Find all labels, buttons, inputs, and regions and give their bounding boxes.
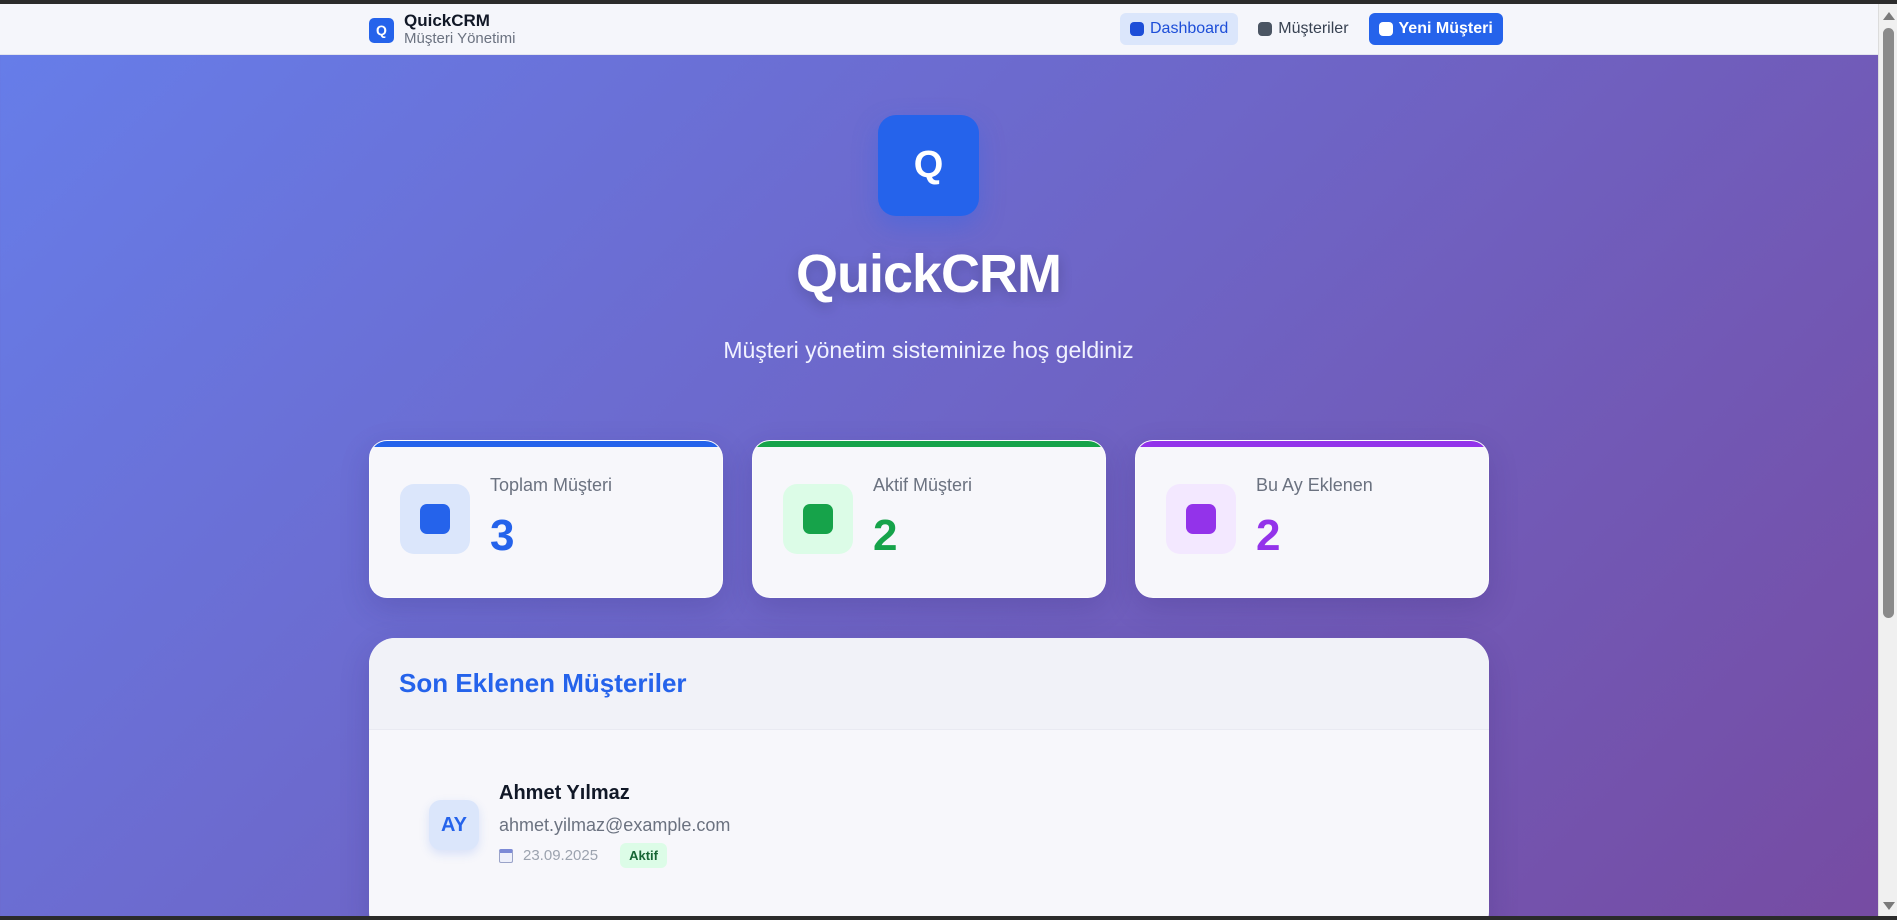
stat-card-accent-bar — [753, 441, 1105, 447]
nav-link-dashboard[interactable]: Dashboard — [1120, 13, 1239, 45]
recent-customers-header: Son Eklenen Müşteriler — [369, 638, 1489, 730]
stat-value: 3 — [490, 511, 515, 560]
navbar: Q QuickCRM Müşteri Yönetimi Dashboard Mü… — [0, 4, 1878, 55]
status-badge: Aktif — [620, 843, 667, 868]
customers-icon — [1258, 22, 1273, 36]
calendar-icon — [499, 848, 513, 863]
stat-card-accent-bar — [370, 441, 722, 447]
new-customer-button[interactable]: Yeni Müşteri — [1368, 13, 1503, 45]
stat-label: Aktif Müşteri — [873, 475, 973, 495]
dashboard-icon — [1130, 22, 1144, 36]
customer-date: 23.09.2025 — [523, 847, 599, 864]
new-customer-button-label: Yeni Müşteri — [1398, 20, 1493, 37]
calendar-plus-icon — [1186, 504, 1216, 534]
brand-text: QuickCRM Müşteri Yönetimi — [404, 12, 515, 47]
avatar: AY — [429, 800, 479, 850]
add-customer-icon — [1378, 22, 1393, 36]
stat-value: 2 — [873, 511, 898, 560]
brand-title: QuickCRM — [404, 11, 490, 31]
brand[interactable]: Q QuickCRM Müşteri Yönetimi — [369, 10, 515, 50]
customer-meta: 23.09.2025 Aktif — [499, 843, 667, 868]
hero-title: QuickCRM — [795, 244, 1062, 304]
hero-subtitle: Müşteri yönetim sisteminize hoş geldiniz — [723, 337, 1134, 363]
page-scrollbar[interactable] — [1878, 4, 1897, 916]
stat-icon-active — [783, 484, 853, 554]
stat-icon-month — [1166, 484, 1236, 554]
customer-name: Ahmet Yılmaz — [499, 782, 630, 804]
nav-link-customers[interactable]: Müşteriler — [1248, 13, 1358, 45]
users-icon — [420, 504, 450, 534]
nav-links: Dashboard Müşteriler Yeni Müşteri — [1120, 13, 1503, 45]
stat-card-accent-bar — [1136, 441, 1488, 447]
stat-card-active-customers: Aktif Müşteri 2 — [752, 440, 1106, 598]
stat-card-total-customers: Toplam Müşteri 3 — [369, 440, 723, 598]
scroll-down-arrow-icon[interactable] — [1883, 902, 1895, 910]
brand-logo: Q — [369, 17, 394, 43]
stat-label: Bu Ay Eklenen — [1256, 475, 1373, 495]
stat-label: Toplam Müşteri — [490, 475, 613, 495]
hero-logo: Q — [878, 115, 979, 216]
stat-value: 2 — [1256, 511, 1281, 560]
scrollbar-thumb[interactable] — [1883, 28, 1894, 618]
window-bottom-border — [0, 916, 1897, 920]
nav-link-dashboard-label: Dashboard — [1150, 20, 1229, 37]
stat-icon-total — [400, 484, 470, 554]
recent-customers-title: Son Eklenen Müşteriler — [399, 668, 687, 698]
list-item[interactable]: AY Ahmet Yılmaz ahmet.yilmaz@example.com… — [429, 782, 1329, 888]
stat-card-added-this-month: Bu Ay Eklenen 2 — [1135, 440, 1489, 598]
scroll-up-arrow-icon[interactable] — [1883, 12, 1895, 20]
check-icon — [803, 504, 833, 534]
customer-email: ahmet.yilmaz@example.com — [499, 815, 731, 835]
recent-customers-panel: Son Eklenen Müşteriler AY Ahmet Yılmaz a… — [369, 638, 1489, 920]
brand-subtitle: Müşteri Yönetimi — [404, 30, 516, 48]
nav-link-customers-label: Müşteriler — [1278, 20, 1349, 37]
